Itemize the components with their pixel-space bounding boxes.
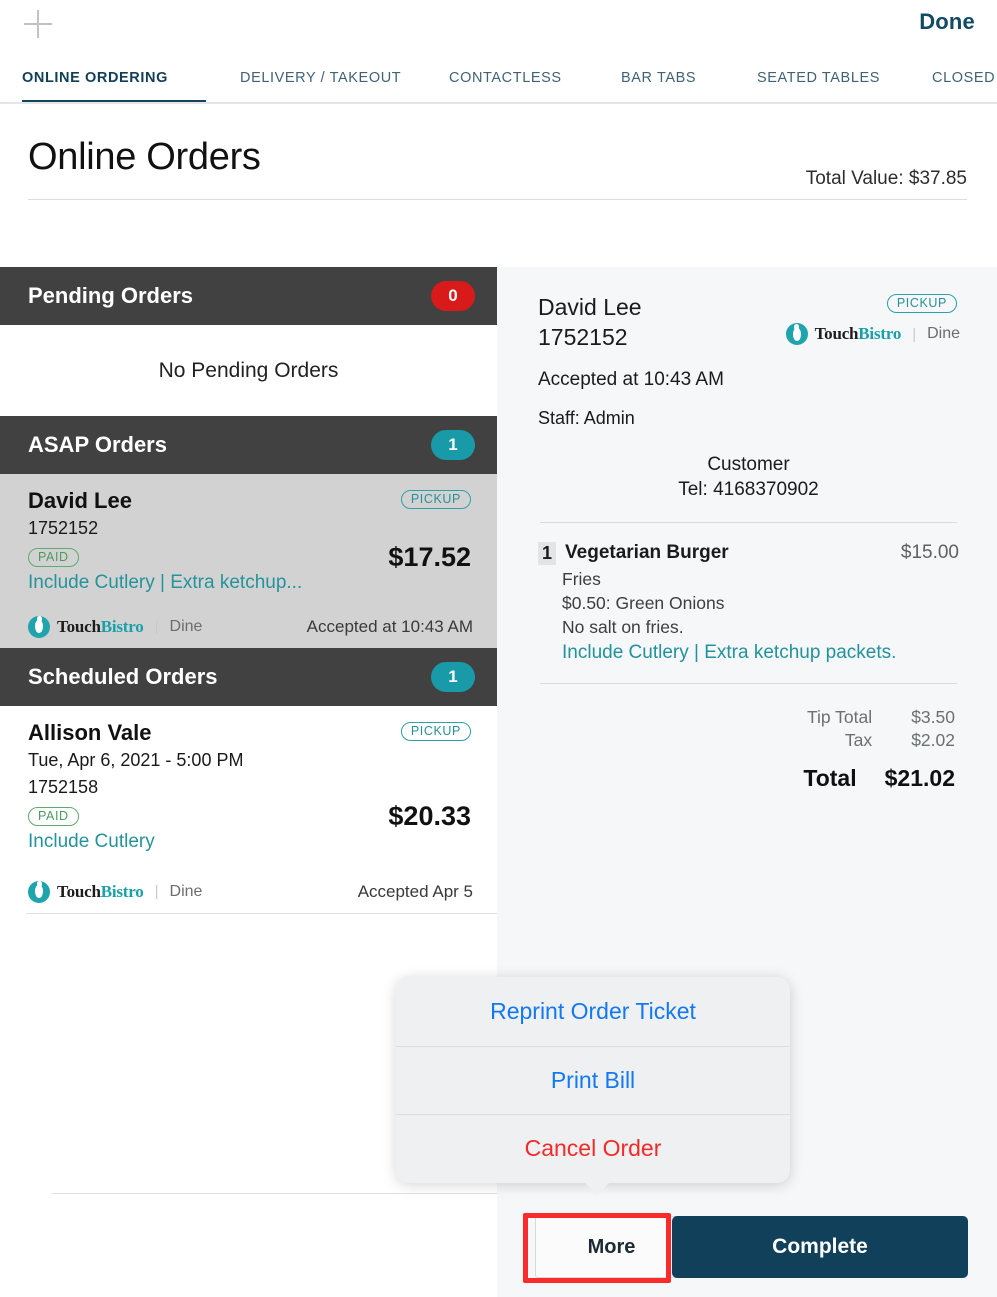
total-value: $21.02 (884, 765, 955, 792)
order-scheduled-time: Tue, Apr 6, 2021 - 5:00 PM (28, 749, 244, 770)
brand-divider: | (154, 618, 159, 636)
item-modifiers: Fries $0.50: Green Onions No salt on fri… (562, 567, 959, 639)
receipt-item-row: 1 Vegetarian Burger $15.00 (538, 542, 959, 566)
item-price: $15.00 (900, 542, 959, 564)
grand-total-row: Total $21.02 (538, 764, 955, 793)
detail-divider-top (540, 522, 957, 524)
item-special-note: Include Cutlery | Extra ketchup packets. (562, 642, 897, 664)
brand-divider: | (912, 325, 917, 343)
popover-item-print-bill[interactable]: Print Bill (396, 1045, 790, 1115)
tip-total-value: $3.50 (911, 707, 955, 728)
no-pending-orders-message: No Pending Orders (0, 325, 497, 416)
done-button[interactable]: Done (919, 9, 975, 35)
more-actions-popover[interactable]: Reprint Order Ticket Print Bill Cancel O… (396, 977, 790, 1183)
tab-closed[interactable]: CLOSED (932, 70, 995, 86)
pineapple-icon (28, 880, 50, 903)
item-modifier: No salt on fries. (562, 617, 684, 638)
tip-total-label: Tip Total (806, 707, 873, 728)
order-number: 1752158 (28, 776, 99, 797)
pineapple-icon (785, 323, 808, 345)
section-title-scheduled: Scheduled Orders (28, 663, 218, 689)
list-divider (26, 912, 497, 914)
pending-count-badge: 0 (431, 281, 475, 311)
page-title: Online Orders (28, 136, 261, 178)
page-header: Online Orders Total Value: $37.85 (0, 106, 997, 266)
order-accepted-time: Accepted at 10:43 AM (306, 616, 473, 636)
order-note: Include Cutlery (28, 830, 155, 852)
total-label: Total (803, 765, 857, 792)
tab-online-ordering[interactable]: ONLINE ORDERING (22, 70, 168, 86)
detail-customer-tel: Tel: 4168370902 (678, 479, 819, 501)
order-card-allison-vale[interactable]: Allison Vale Tue, Apr 6, 2021 - 5:00 PM … (0, 705, 497, 913)
brand-product: Dine (927, 325, 960, 342)
order-paid-badge: PAID (28, 806, 79, 826)
asap-count-badge: 1 (431, 430, 475, 460)
detail-pickup-badge: PICKUP (886, 294, 957, 313)
order-accepted-time: Accepted Apr 5 (357, 881, 473, 901)
tab-contactless[interactable]: CONTACTLESS (449, 70, 562, 86)
tab-seated-tables[interactable]: SEATED TABLES (757, 70, 880, 86)
item-modifier: $0.50: Green Onions (562, 593, 725, 614)
popover-arrow (583, 1181, 611, 1195)
popover-item-cancel-order[interactable]: Cancel Order (396, 1114, 790, 1183)
detail-staff: Staff: Admin (538, 407, 635, 428)
detail-customer-label: Customer (707, 453, 790, 475)
order-amount: $20.33 (388, 800, 471, 831)
action-bar: More Complete (497, 1205, 997, 1297)
tip-total-row: Tip Total $3.50 (538, 706, 955, 728)
tax-row: Tax $2.02 (538, 729, 955, 751)
popover-item-reprint-order-ticket[interactable]: Reprint Order Ticket (396, 977, 790, 1046)
order-paid-badge: PAID (28, 547, 79, 567)
item-quantity: 1 (538, 542, 557, 566)
brand-touch: Touch (57, 616, 101, 636)
scheduled-count-badge: 1 (431, 661, 475, 692)
tab-delivery-takeout[interactable]: DELIVERY / TAKEOUT (240, 70, 401, 86)
receipt-totals: Tip Total $3.50 Tax $2.02 Total $21.02 (538, 706, 959, 793)
tab-bar-tabs[interactable]: BAR TABS (621, 70, 696, 86)
item-name: Vegetarian Burger (565, 542, 729, 564)
tab-bar: ONLINE ORDERING DELIVERY / TAKEOUT CONTA… (0, 50, 997, 104)
brand-divider: | (154, 883, 159, 901)
brand-product: Dine (169, 617, 203, 635)
section-header-asap[interactable]: ASAP Orders 1 (0, 416, 497, 474)
order-pickup-badge: PICKUP (400, 721, 471, 741)
brand-product: Dine (169, 882, 203, 900)
tax-label: Tax (844, 729, 873, 750)
order-number: 1752152 (28, 517, 99, 538)
section-header-pending[interactable]: Pending Orders 0 (0, 267, 497, 325)
order-card-david-lee[interactable]: David Lee 1752152 PICKUP PAID Include Cu… (0, 474, 497, 648)
brand-bistro: Bistro (100, 881, 144, 901)
detail-divider-bottom (540, 683, 957, 685)
brand-bistro: Bistro (100, 616, 144, 636)
complete-button[interactable]: Complete (672, 1216, 968, 1278)
detail-touchbistro-logo: TouchBistro | Dine (785, 323, 960, 345)
app-screen: Done ONLINE ORDERING DELIVERY / TAKEOUT … (0, 0, 997, 1297)
top-bar: Done (0, 0, 997, 50)
section-title-pending: Pending Orders (28, 283, 194, 308)
list-divider-bottom (52, 1193, 497, 1194)
touchbistro-logo: TouchBistro | Dine (28, 615, 203, 638)
plus-icon[interactable] (24, 10, 52, 38)
tax-value: $2.02 (911, 729, 955, 750)
section-title-asap: ASAP Orders (28, 432, 167, 457)
order-pickup-badge: PICKUP (400, 490, 471, 509)
order-amount: $17.52 (388, 542, 471, 572)
header-divider (28, 199, 967, 200)
pineapple-icon (28, 615, 50, 638)
touchbistro-logo: TouchBistro | Dine (28, 880, 203, 903)
brand-bistro: Bistro (858, 324, 902, 343)
detail-accepted-time: Accepted at 10:43 AM (538, 368, 724, 390)
order-note: Include Cutlery | Extra ketchup... (28, 571, 303, 593)
brand-touch: Touch (814, 324, 859, 343)
active-tab-indicator (22, 100, 206, 102)
brand-touch: Touch (57, 881, 101, 901)
more-button[interactable]: More (535, 1216, 688, 1278)
total-value-label: Total Value: $37.85 (805, 168, 967, 189)
item-modifier: Fries (562, 569, 601, 590)
section-header-scheduled[interactable]: Scheduled Orders 1 (0, 647, 497, 706)
